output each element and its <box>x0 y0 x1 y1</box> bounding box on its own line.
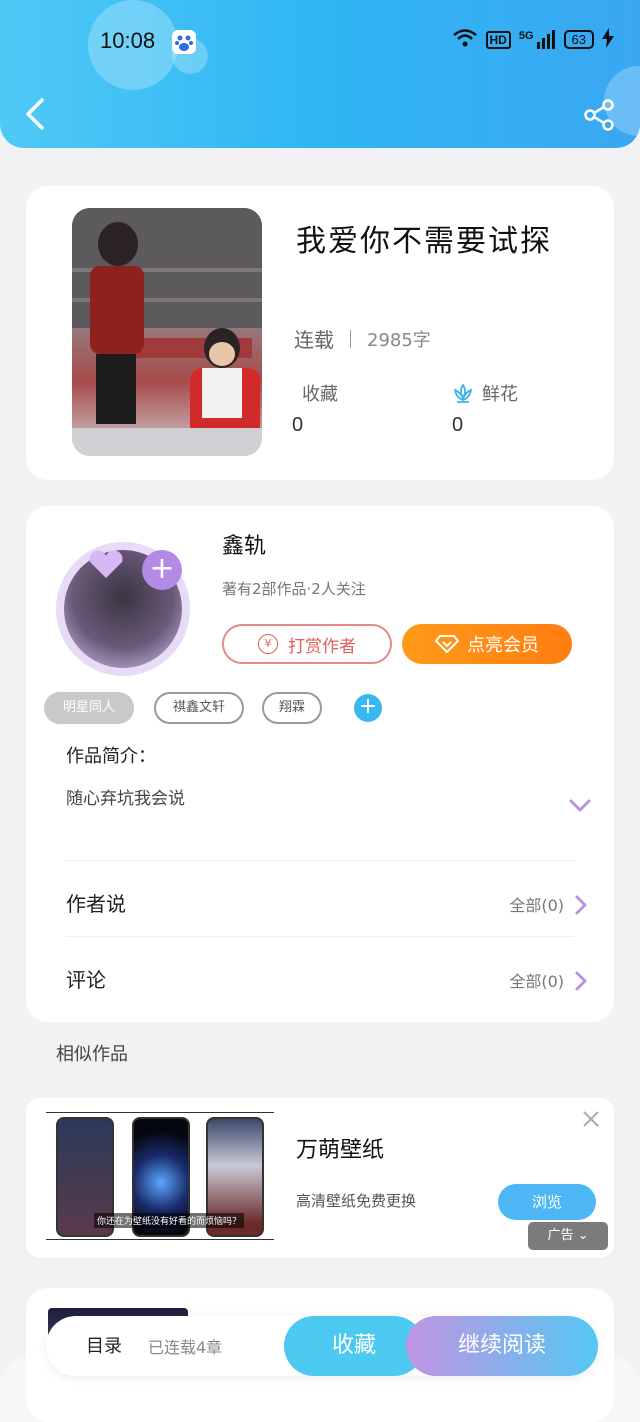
ad-description: 高清壁纸免费更换 <box>296 1192 417 1210</box>
status-indicators: HD 5G 63 <box>452 28 614 51</box>
share-button[interactable] <box>582 98 616 132</box>
chapter-count: 已连载4章 <box>148 1338 223 1357</box>
ad-image: 你还在为壁纸没有好看的而烦恼吗？ <box>46 1112 274 1240</box>
chevron-left-icon <box>26 98 44 130</box>
baidu-notification-icon <box>172 30 196 54</box>
lotus-flower-icon <box>453 383 473 403</box>
divider <box>66 936 574 937</box>
book-status: 连载 2985字 <box>294 324 431 353</box>
cover-illustration <box>72 208 262 456</box>
vip-label: 点亮会员 <box>467 635 539 656</box>
reward-author-button[interactable]: ¥ 打赏作者 <box>222 624 392 664</box>
signal-icon: 5G <box>518 29 556 50</box>
plus-icon: + <box>358 694 378 719</box>
battery-indicator: 63 <box>563 30 594 49</box>
chevron-down-icon <box>569 799 591 812</box>
tag-item[interactable]: 明星同人 <box>44 692 134 724</box>
reward-label: 打赏作者 <box>288 636 356 657</box>
follow-author-button[interactable]: + <box>142 550 182 590</box>
ad-badge-label: 广告 <box>547 1228 574 1243</box>
vip-button[interactable]: 点亮会员 <box>402 624 572 664</box>
yen-icon: ¥ <box>258 634 278 654</box>
ad-title: 万萌壁纸 <box>296 1138 385 1163</box>
favorite-button[interactable]: 收藏 <box>284 1316 424 1376</box>
favorites-label: 收藏 <box>302 384 338 405</box>
word-count: 2985字 <box>367 329 431 351</box>
expand-intro-button[interactable] <box>568 798 592 814</box>
author-says-count: 全部(0) <box>509 896 564 915</box>
status-bar: 10:08 HD 5G 63 <box>0 0 640 80</box>
divider <box>350 329 351 348</box>
intro-label: 作品简介： <box>66 746 156 767</box>
book-title: 我爱你不需要试探 <box>296 224 552 259</box>
chevron-right-icon <box>574 970 588 992</box>
toc-label: 目录 <box>86 1336 122 1357</box>
charging-icon <box>602 28 614 51</box>
continue-reading-button[interactable]: 继续阅读 <box>406 1316 598 1376</box>
book-info-card: 我爱你不需要试探 连载 2985字 收藏 0 鲜花 0 <box>26 186 614 480</box>
close-icon <box>583 1111 599 1127</box>
network-type: 5G <box>518 29 534 42</box>
status-time: 10:08 <box>100 28 156 53</box>
hd-badge: HD <box>485 30 511 49</box>
tag-item[interactable]: 翔霖 <box>262 692 322 724</box>
ad-caption: 你还在为壁纸没有好看的而烦恼吗？ <box>94 1213 245 1228</box>
flowers-count: 0 <box>452 414 464 436</box>
chevron-down-icon: ⌄ <box>577 1228 589 1243</box>
tag-item[interactable]: 祺鑫文轩 <box>154 692 244 724</box>
header: 10:08 HD 5G 63 <box>0 0 640 148</box>
ad-badge[interactable]: 广告 ⌄ <box>528 1222 608 1250</box>
bottom-action-bar: 目录 已连载4章 收藏 继续阅读 <box>46 1316 598 1376</box>
similar-works-title: 相似作品 <box>56 1044 128 1065</box>
heart-icon <box>89 550 123 578</box>
author-stats: 著有2部作品·2人关注 <box>222 580 366 598</box>
serial-status: 连载 <box>294 328 334 352</box>
comments-count: 全部(0) <box>509 972 564 991</box>
favorites-count: 0 <box>292 414 304 436</box>
diamond-icon <box>435 635 459 653</box>
divider <box>66 860 574 861</box>
close-ad-button[interactable] <box>582 1110 600 1128</box>
flowers-stat[interactable]: 鲜花 <box>452 380 518 406</box>
comments-label: 评论 <box>66 968 106 992</box>
share-icon <box>584 99 614 131</box>
back-button[interactable] <box>22 96 50 132</box>
intro-text: 随心弃坑我会说 <box>66 789 185 809</box>
ad-card[interactable]: 你还在为壁纸没有好看的而烦恼吗？ 万萌壁纸 高清壁纸免费更换 浏览 广告 ⌄ <box>26 1098 614 1258</box>
wifi-icon <box>452 28 478 51</box>
book-cover[interactable] <box>72 208 262 456</box>
flowers-label: 鲜花 <box>482 384 518 405</box>
author-card: + 鑫轨 著有2部作品·2人关注 ¥ 打赏作者 点亮会员 明星同人 祺鑫文轩 翔… <box>26 506 614 1022</box>
author-name[interactable]: 鑫轨 <box>222 528 266 560</box>
add-tag-button[interactable]: + <box>354 694 382 722</box>
author-says-label: 作者说 <box>66 892 126 916</box>
ad-browse-button[interactable]: 浏览 <box>498 1184 596 1220</box>
plus-icon: + <box>149 551 175 586</box>
chevron-right-icon <box>574 894 588 916</box>
